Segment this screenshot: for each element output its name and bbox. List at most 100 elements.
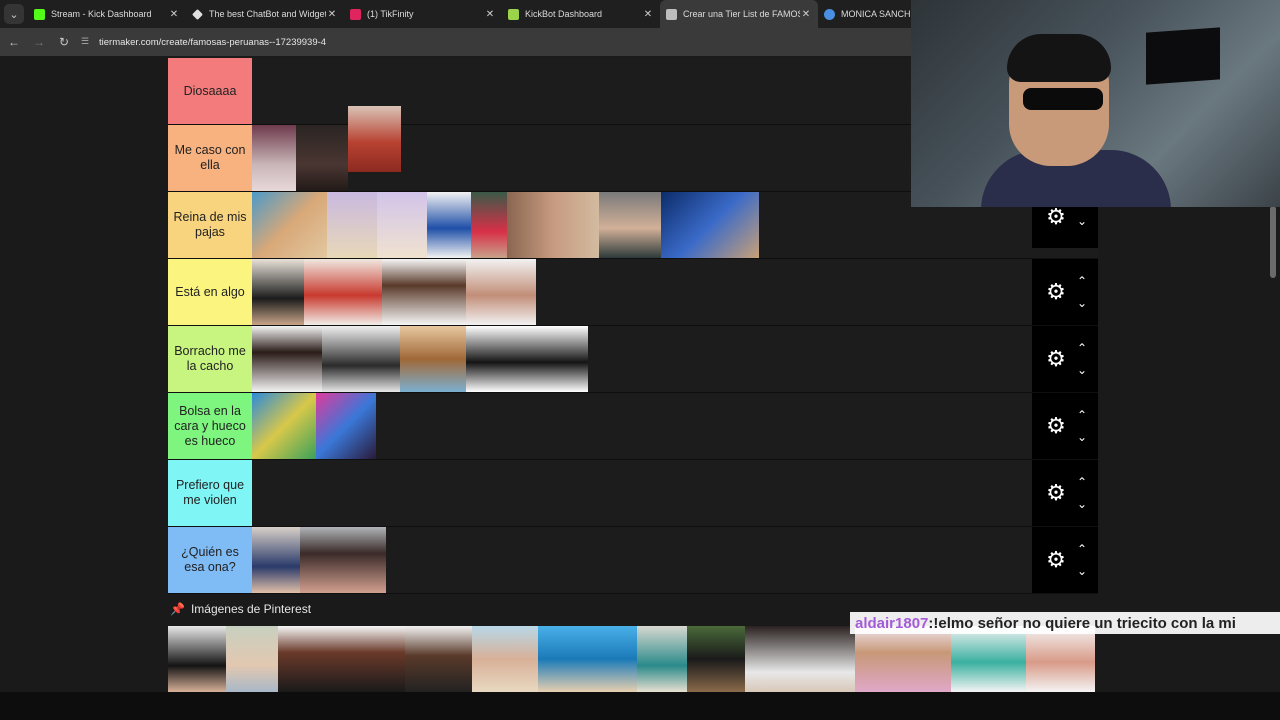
tier-row: Borracho me la cacho ⚙ ⌃ ⌄ [168,326,1098,393]
move-up-icon[interactable]: ⌃ [1077,337,1087,359]
tab-tiermaker[interactable]: Crear una Tier List de FAMOSAS ✕ [660,0,818,28]
tier-image[interactable] [300,527,386,593]
tier-label[interactable]: Borracho me la cacho [168,326,252,392]
tier-image[interactable] [252,125,296,191]
move-up-icon[interactable]: ⌃ [1077,538,1087,560]
back-icon[interactable]: ← [3,31,25,53]
tier-image[interactable] [252,259,304,325]
gear-icon[interactable]: ⚙ [1043,413,1069,439]
gear-icon[interactable]: ⚙ [1043,547,1069,573]
gallery-image[interactable] [745,626,855,692]
forward-icon[interactable]: → [28,31,50,53]
move-up-icon[interactable]: ⌃ [1077,471,1087,493]
tier-image[interactable] [382,259,466,325]
tier-image[interactable] [348,106,401,172]
tier-controls: ⚙ ⌃ ⌄ [1032,326,1098,392]
tier-image[interactable] [507,192,599,258]
close-icon[interactable]: ✕ [326,9,338,20]
chrome-icon [824,8,835,20]
tier-image[interactable] [466,326,588,392]
move-down-icon[interactable]: ⌄ [1077,560,1087,582]
gallery-image[interactable] [472,626,538,692]
tier-image[interactable] [252,527,300,593]
move-down-icon[interactable]: ⌄ [1077,359,1087,381]
tier-label[interactable]: Prefiero que me violen [168,460,252,526]
move-up-icon[interactable]: ⌃ [1077,270,1087,292]
move-down-icon[interactable]: ⌄ [1077,292,1087,314]
close-icon[interactable]: ✕ [168,9,180,20]
tab-label: Stream - Kick Dashboard [51,9,152,19]
gallery-image[interactable] [538,626,637,692]
tier-image[interactable] [322,326,400,392]
tier-items[interactable] [252,259,1032,325]
tier-items[interactable] [252,460,1032,526]
gallery-image[interactable] [1026,626,1095,692]
tier-image[interactable] [296,125,348,191]
tier-controls: ⚙ ⌄ [1032,204,1098,248]
tab-label: Crear una Tier List de FAMOSAS [683,9,800,19]
tab-tikfinity[interactable]: (1) TikFinity ✕ [344,0,502,28]
tier-image[interactable] [661,192,759,258]
move-down-icon[interactable]: ⌄ [1077,493,1087,515]
gallery-image[interactable] [226,626,278,692]
tier-controls: ⚙ ⌃ ⌄ [1032,393,1098,459]
move-down-icon[interactable]: ⌄ [1077,426,1087,448]
tier-label[interactable]: Bolsa en la cara y hueco es hueco [168,393,252,459]
tier-row: Prefiero que me violen ⚙ ⌃ ⌄ [168,460,1098,527]
address-bar[interactable]: ☰ tiermaker.com/create/famosas-peruanas-… [81,31,326,53]
tier-image[interactable] [252,393,316,459]
close-icon[interactable]: ✕ [484,9,496,20]
gallery-image[interactable] [687,626,745,692]
close-icon[interactable]: ✕ [800,9,812,20]
gear-icon[interactable]: ⚙ [1043,480,1069,506]
tier-image[interactable] [466,259,536,325]
gallery-image[interactable] [855,626,951,692]
tier-image[interactable] [599,192,661,258]
webcam-overlay [911,0,1280,207]
taskbar [0,692,1280,720]
close-icon[interactable]: ✕ [642,9,654,20]
tier-items[interactable] [252,326,1032,392]
tier-label[interactable]: Reina de mis pajas [168,192,252,258]
tier-label[interactable]: Me caso con ella [168,125,252,191]
image-gallery [168,626,1095,692]
tier-row: Está en algo ⚙ ⌃ ⌄ [168,259,1098,326]
tab-kick-dashboard[interactable]: Stream - Kick Dashboard ✕ [28,0,186,28]
move-down-icon[interactable]: ⌄ [1077,210,1087,232]
tier-image[interactable] [304,259,382,325]
tab-chatbot[interactable]: The best ChatBot and Widgets ✕ [186,0,344,28]
chevron-down-icon[interactable]: ⌄ [4,4,24,24]
site-info-icon[interactable]: ☰ [81,36,93,48]
tier-image[interactable] [327,192,377,258]
tier-image[interactable] [427,192,471,258]
tier-label[interactable]: ¿Quién es esa ona? [168,527,252,593]
tab-kickbot[interactable]: KickBot Dashboard ✕ [502,0,660,28]
tier-items[interactable] [252,393,1032,459]
gallery-image[interactable] [951,626,1026,692]
reload-icon[interactable]: ↻ [53,31,75,53]
scrollbar-thumb[interactable] [1270,206,1276,278]
gallery-image[interactable] [278,626,405,692]
gallery-image[interactable] [168,626,226,692]
tier-image[interactable] [252,192,327,258]
tier-image[interactable] [252,326,322,392]
tier-image[interactable] [471,192,507,258]
gallery-image[interactable] [637,626,687,692]
tier-label[interactable]: Está en algo [168,259,252,325]
tier-image[interactable] [377,192,427,258]
tier-image[interactable] [316,393,376,459]
tier-items[interactable] [252,527,1032,593]
tv-screen [1146,27,1220,85]
address-url: tiermaker.com/create/famosas-peruanas--1… [99,36,327,48]
gallery-image[interactable] [405,626,472,692]
tikfinity-icon [350,8,361,20]
gear-icon[interactable]: ⚙ [1043,346,1069,372]
stream-chat-overlay: aldair1807 : !elmo señor no quiere un tr… [850,612,1280,634]
sunglasses [1023,88,1103,110]
gear-icon[interactable]: ⚙ [1043,279,1069,305]
gear-icon[interactable]: ⚙ [1043,204,1069,230]
kick-icon [34,8,45,20]
move-up-icon[interactable]: ⌃ [1077,404,1087,426]
tier-label[interactable]: Diosaaaa [168,58,252,124]
tier-image[interactable] [400,326,466,392]
